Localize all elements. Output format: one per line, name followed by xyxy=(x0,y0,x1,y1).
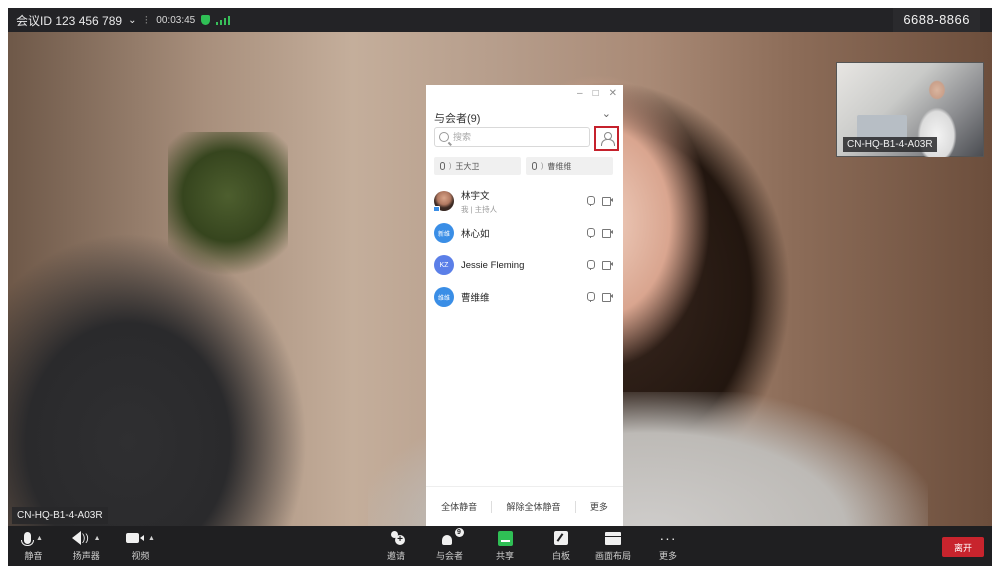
bottom-toolbar: ▲ 静音 ))▲ 扬声器 ▲ 视频 邀请 9 与会者 共享 白板 画面 xyxy=(8,526,992,566)
camera-icon[interactable] xyxy=(602,293,613,302)
caret-up-icon[interactable]: ▲ xyxy=(36,535,43,542)
invite-button[interactable]: 邀请 xyxy=(387,526,405,566)
participant-name: 曹维维 xyxy=(461,293,490,304)
search-icon xyxy=(439,132,449,142)
camera-icon[interactable] xyxy=(602,229,613,238)
camera-icon[interactable] xyxy=(602,197,613,206)
mute-button[interactable]: ▲ 静音 xyxy=(21,526,43,566)
more-options-button[interactable]: 更多 xyxy=(590,500,608,513)
speaking-name: 王大卫 xyxy=(455,161,480,171)
participants-button[interactable]: 9 与会者 xyxy=(436,526,464,566)
maximize-icon[interactable]: □ xyxy=(593,88,599,99)
whiteboard-button[interactable]: 白板 xyxy=(552,526,570,566)
video-label: 视频 xyxy=(131,551,150,561)
top-bar: 会议ID 123 456 789 ⌄ ⁝ 00:03:45 6688-8866 xyxy=(8,8,992,32)
panel-footer: 全体静音 解除全体静音 更多 xyxy=(426,486,623,526)
add-user-icon xyxy=(389,531,405,545)
divider xyxy=(574,500,576,513)
leave-button[interactable]: 离开 xyxy=(942,537,984,557)
participant-row[interactable]: KZ Jessie Fleming xyxy=(426,249,623,281)
speaker-icon xyxy=(72,531,81,545)
shield-icon[interactable] xyxy=(201,15,211,25)
caret-up-icon[interactable]: ▲ xyxy=(148,535,155,542)
manage-participants-button[interactable] xyxy=(594,126,619,151)
more-button[interactable]: ··· 更多 xyxy=(659,526,677,566)
panel-title: 与会者(9) xyxy=(434,113,481,125)
speaker-button[interactable]: )) ▲ 扬声器 xyxy=(72,526,101,566)
meeting-id-dropdown[interactable]: 会议ID 123 456 789 ⌄ xyxy=(16,12,136,29)
avatar: KZ xyxy=(434,255,454,275)
video-name-tag: CN-HQ-B1-4-A03R xyxy=(12,507,108,524)
participant-row[interactable]: 新维 林心如 xyxy=(426,217,623,249)
avatar: 维维 xyxy=(434,287,454,307)
speaking-indicator: ) 王大卫 xyxy=(434,157,521,175)
sound-waves-icon: )) xyxy=(82,532,89,544)
self-view-thumbnail[interactable]: CN-HQ-B1-4-A03R xyxy=(836,62,984,157)
close-icon[interactable]: ✕ xyxy=(609,88,617,99)
minimize-icon[interactable]: – xyxy=(577,88,583,99)
participants-label: 与会者 xyxy=(436,551,464,561)
search-input[interactable] xyxy=(453,132,563,142)
chevron-down-icon: ⌄ xyxy=(128,14,137,26)
meeting-id-label: 会议ID 123 456 789 xyxy=(16,13,123,28)
more-icon: ··· xyxy=(659,530,677,546)
chevron-down-icon[interactable]: ⌄ xyxy=(602,107,611,120)
mic-icon xyxy=(440,162,445,170)
speaking-name: 曹维维 xyxy=(547,161,572,171)
mic-icon[interactable] xyxy=(587,196,595,206)
host-badge-icon xyxy=(433,206,440,212)
mute-all-button[interactable]: 全体静音 xyxy=(441,500,477,513)
avatar: 新维 xyxy=(434,223,454,243)
avatar xyxy=(433,191,454,212)
participant-name: 林心如 xyxy=(461,229,490,240)
participant-count-badge: 9 xyxy=(454,528,464,537)
mic-icon[interactable] xyxy=(587,292,595,302)
whiteboard-icon xyxy=(554,531,568,545)
video-camera-icon xyxy=(126,533,144,543)
microphone-icon xyxy=(21,532,34,546)
participant-name: Jessie Fleming xyxy=(461,259,525,271)
layout-button[interactable]: 画面布局 xyxy=(595,526,631,566)
share-button[interactable]: 共享 xyxy=(496,526,514,566)
mic-icon xyxy=(532,162,537,170)
signal-strength-icon[interactable] xyxy=(216,15,231,25)
participants-icon: 9 xyxy=(441,528,464,545)
unmute-all-button[interactable]: 解除全体静音 xyxy=(506,500,560,513)
invite-label: 邀请 xyxy=(387,551,406,561)
caret-up-icon[interactable]: ▲ xyxy=(94,535,101,542)
participant-row[interactable]: 林宇文 我 | 主持人 xyxy=(426,185,623,217)
camera-icon[interactable] xyxy=(602,261,613,270)
layout-label: 画面布局 xyxy=(595,551,632,561)
window-controls: – □ ✕ xyxy=(577,88,617,99)
background-plant xyxy=(168,132,288,292)
share-screen-icon xyxy=(497,530,513,546)
divider: ⁝ xyxy=(144,13,149,27)
meeting-window: 会议ID 123 456 789 ⌄ ⁝ 00:03:45 6688-8866 … xyxy=(8,8,992,566)
more-label: 更多 xyxy=(659,551,678,561)
speaking-indicator: ) 曹维维 xyxy=(526,157,613,175)
audio-wave-icon: ) xyxy=(449,162,452,170)
whiteboard-label: 白板 xyxy=(552,551,571,561)
mic-icon[interactable] xyxy=(587,260,595,270)
video-button[interactable]: ▲ 视频 xyxy=(126,526,155,566)
user-settings-icon xyxy=(600,131,615,146)
speaker-label: 扬声器 xyxy=(72,551,100,561)
audio-wave-icon: ) xyxy=(541,162,544,170)
participant-list: 林宇文 我 | 主持人 新维 林心如 KZ Jessie Fleming 维维 … xyxy=(426,185,623,313)
self-view-label: CN-HQ-B1-4-A03R xyxy=(843,137,937,152)
mic-icon[interactable] xyxy=(587,228,595,238)
search-box[interactable] xyxy=(434,127,590,147)
room-number: 6688-8866 xyxy=(893,8,980,32)
participant-role: 我 | 主持人 xyxy=(461,204,498,214)
share-label: 共享 xyxy=(496,551,515,561)
participant-row[interactable]: 维维 曹维维 xyxy=(426,281,623,313)
participant-name: 林宇文 xyxy=(461,190,490,202)
layout-icon xyxy=(605,531,621,545)
divider xyxy=(491,500,493,513)
participants-panel: – □ ✕ 与会者(9) ⌄ ) 王大卫 ) 曹维维 xyxy=(426,85,623,526)
mute-label: 静音 xyxy=(24,551,43,561)
meeting-timer: 00:03:45 xyxy=(156,14,196,26)
